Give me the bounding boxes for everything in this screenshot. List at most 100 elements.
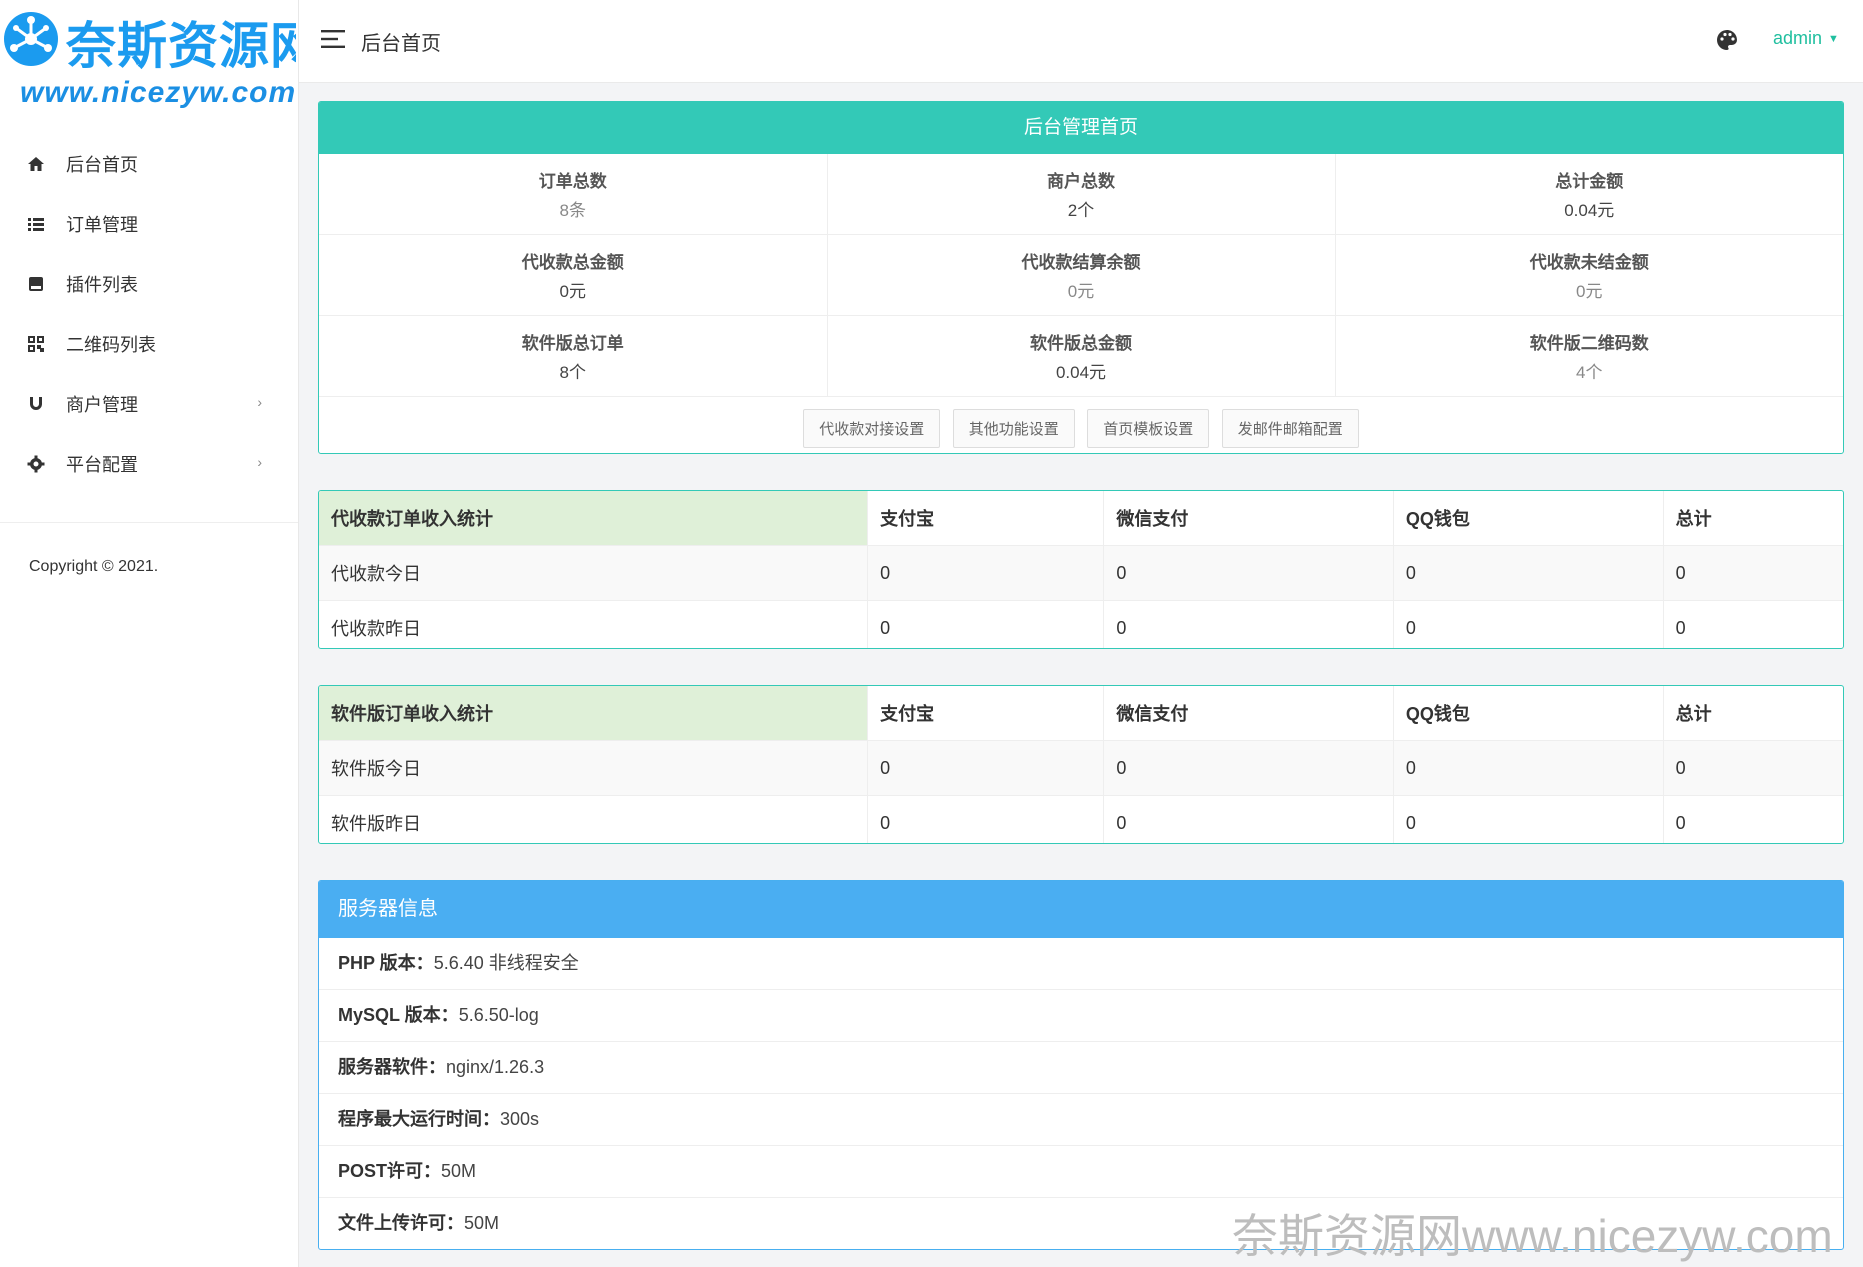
software-income-table: 软件版订单收入统计 支付宝 微信支付 QQ钱包 总计 软件版今日 0 0 0 0… <box>319 686 1843 843</box>
stat-cell: 商户总数 2个 <box>827 154 1336 235</box>
table-cell: 代收款今日 <box>319 545 869 601</box>
stat-label: 订单总数 <box>538 172 607 191</box>
stat-cell: 代收款总金额 0元 <box>319 234 828 316</box>
server-info-label: MySQL 版本： <box>338 1005 459 1025</box>
stat-label: 代收款未结金额 <box>1529 253 1649 272</box>
caret-down-icon: ▼ <box>1828 33 1839 45</box>
other-function-settings-button[interactable]: 其他功能设置 <box>952 409 1075 448</box>
column-header: 软件版订单收入统计 <box>319 686 869 741</box>
server-info-value: 50M <box>441 1161 477 1181</box>
server-info-row: MySQL 版本：5.6.50-log <box>319 990 1843 1042</box>
table-cell: 0 <box>1393 545 1664 601</box>
logo-network-icon <box>4 12 58 66</box>
homepage-template-settings-button[interactable]: 首页模板设置 <box>1087 409 1210 448</box>
server-info-label: 程序最大运行时间： <box>338 1109 500 1129</box>
sidebar-item-label: 二维码列表 <box>66 335 156 355</box>
stat-cell: 总计金额 0.04元 <box>1335 154 1843 235</box>
table-cell: 0 <box>1103 795 1394 843</box>
plugin-icon <box>26 274 46 294</box>
server-info-value: 300s <box>500 1109 540 1129</box>
table-cell: 0 <box>1393 795 1664 843</box>
table-cell: 0 <box>867 795 1105 843</box>
sidebar-item-orders[interactable]: 订单管理 <box>0 194 298 254</box>
user-menu[interactable]: admin ▼ <box>1773 28 1839 49</box>
server-info-row: POST许可：50M <box>319 1146 1843 1198</box>
table-cell: 0 <box>867 600 1105 648</box>
stat-label: 代收款结算余额 <box>1021 253 1141 272</box>
stat-value: 8条 <box>559 201 586 220</box>
table-cell: 软件版今日 <box>319 740 869 796</box>
watermark: 奈斯资源网www.nicezyw.com <box>1232 1210 1833 1262</box>
server-info-label: 服务器软件： <box>338 1057 446 1077</box>
stat-cell: 订单总数 8条 <box>319 154 828 235</box>
table-row: 代收款昨日 0 0 0 0 <box>319 600 1843 648</box>
sidebar-item-home[interactable]: 后台首页 <box>0 134 298 194</box>
home-icon <box>26 154 46 174</box>
menu-toggle-icon[interactable] <box>321 29 347 49</box>
column-header: 代收款订单收入统计 <box>319 491 869 546</box>
gear-icon <box>26 454 46 474</box>
table-cell: 软件版昨日 <box>319 795 869 843</box>
sidebar-item-label: 后台首页 <box>66 155 138 175</box>
stat-value: 0.04元 <box>1564 201 1615 220</box>
logo-url: www.nicezyw.com <box>20 76 297 109</box>
server-info-value: 5.6.40 非线程安全 <box>433 953 579 973</box>
stat-label: 软件版二维码数 <box>1529 334 1649 353</box>
sidebar-item-label: 订单管理 <box>66 215 138 235</box>
column-header: 支付宝 <box>867 491 1105 546</box>
server-info-row: 服务器软件：nginx/1.26.3 <box>319 1042 1843 1094</box>
table-row: 软件版昨日 0 0 0 0 <box>319 795 1843 843</box>
table-cell: 0 <box>1103 600 1394 648</box>
logo[interactable]: 奈斯资源网 www.nicezyw.com <box>0 0 298 120</box>
collect-api-settings-button[interactable]: 代收款对接设置 <box>803 409 941 448</box>
stat-label: 代收款总金额 <box>521 253 624 272</box>
username: admin <box>1773 28 1823 48</box>
table-header-row: 代收款订单收入统计 支付宝 微信支付 QQ钱包 总计 <box>319 491 1843 546</box>
table-row: 软件版今日 0 0 0 0 <box>319 740 1843 796</box>
server-info-row: 程序最大运行时间：300s <box>319 1094 1843 1146</box>
list-icon <box>26 214 46 234</box>
stat-cell: 代收款未结金额 0元 <box>1335 234 1843 316</box>
table-cell: 0 <box>1393 740 1664 796</box>
table-row: 代收款今日 0 0 0 0 <box>319 545 1843 601</box>
table-cell: 0 <box>867 545 1105 601</box>
sidebar-item-qrcodes[interactable]: 二维码列表 <box>0 314 298 374</box>
server-info-row: PHP 版本：5.6.40 非线程安全 <box>319 938 1843 990</box>
sidebar-item-label: 商户管理 <box>66 395 138 415</box>
sidebar-divider <box>0 522 298 523</box>
stat-value: 0元 <box>559 282 586 301</box>
column-header: 总计 <box>1663 491 1843 546</box>
table-cell: 0 <box>1663 545 1843 601</box>
server-info-panel: 服务器信息 PHP 版本：5.6.40 非线程安全 MySQL 版本：5.6.5… <box>318 880 1844 1250</box>
column-header: 微信支付 <box>1103 686 1394 741</box>
table-cell: 0 <box>1393 600 1664 648</box>
sidebar-item-plugins[interactable]: 插件列表 <box>0 254 298 314</box>
stat-value: 2个 <box>1067 201 1095 220</box>
sidebar-item-merchants[interactable]: 商户管理 › <box>0 374 298 434</box>
logo-title: 奈斯资源网 <box>66 18 296 74</box>
chevron-right-icon: › <box>257 454 262 470</box>
server-info-value: 5.6.50-log <box>458 1005 539 1025</box>
stat-cell: 软件版二维码数 4个 <box>1335 315 1843 397</box>
stats-grid: 订单总数 8条 商户总数 2个 总计金额 0.04元 代收款总金额 0元 代收款结算余额… <box>319 154 1843 397</box>
stat-value: 0元 <box>1576 282 1603 301</box>
sidebar: 奈斯资源网 www.nicezyw.com 后台首页 订单管理 插件列表 二维码… <box>0 0 299 1267</box>
stat-label: 软件版总金额 <box>1030 334 1132 353</box>
software-income-panel: 软件版订单收入统计 支付宝 微信支付 QQ钱包 总计 软件版今日 0 0 0 0… <box>318 685 1844 844</box>
table-cell: 0 <box>867 740 1105 796</box>
column-header: 微信支付 <box>1103 491 1394 546</box>
stat-value: 0.04元 <box>1055 363 1107 382</box>
page-title: 后台首页 <box>361 33 441 55</box>
collect-income-panel: 代收款订单收入统计 支付宝 微信支付 QQ钱包 总计 代收款今日 0 0 0 0… <box>318 490 1844 649</box>
qrcode-icon <box>26 334 46 354</box>
palette-icon[interactable] <box>1715 28 1739 52</box>
magnet-icon <box>26 394 46 414</box>
copyright-text: Copyright © 2021. <box>29 558 159 575</box>
table-cell: 0 <box>1103 740 1394 796</box>
sidebar-item-label: 插件列表 <box>66 275 138 295</box>
stat-value: 8个 <box>559 363 586 382</box>
mail-config-button[interactable]: 发邮件邮箱配置 <box>1221 409 1359 448</box>
stats-panel-title: 后台管理首页 <box>319 102 1843 154</box>
sidebar-item-platform-config[interactable]: 平台配置 › <box>0 434 298 494</box>
server-info-label: POST许可： <box>338 1161 442 1181</box>
